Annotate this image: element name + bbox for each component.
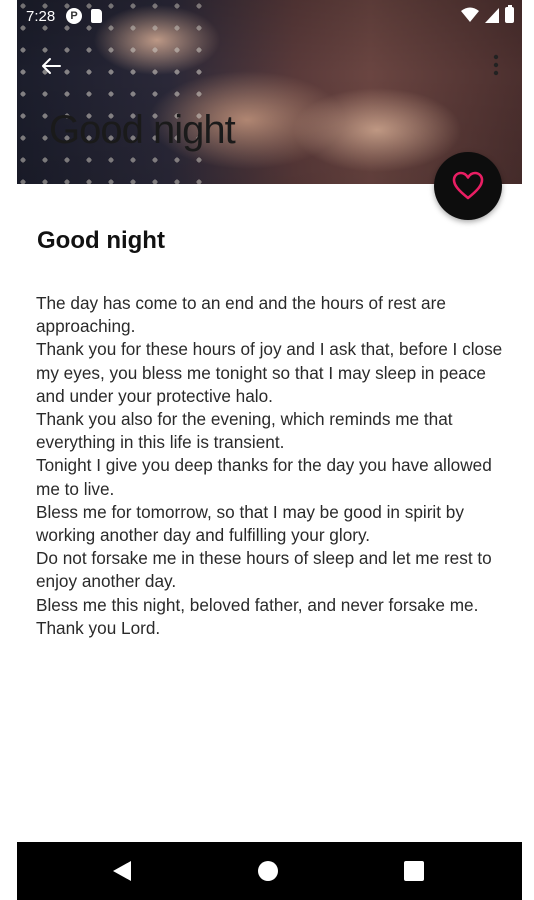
battery-icon: [505, 5, 514, 23]
nav-back-icon[interactable]: [111, 859, 133, 883]
prayer-line: Bless me this night, beloved father, and…: [36, 594, 479, 615]
nav-home-icon[interactable]: [258, 861, 278, 881]
sd-card-icon: [91, 9, 102, 23]
prayer-line: Do not forsake me in these hours of slee…: [36, 548, 492, 592]
p-icon: P: [66, 8, 82, 24]
content-title: Good night: [37, 227, 165, 254]
status-bar: 7:28 P: [17, 0, 522, 32]
arrow-left-icon: [42, 58, 61, 74]
toolbar-title: Good night: [49, 108, 236, 152]
prayer-line: Tonight I give you deep thanks for the d…: [36, 455, 492, 499]
prayer-line: Thank you also for the evening, which re…: [36, 409, 453, 453]
navigation-bar: [17, 842, 522, 900]
signal-icon: [485, 7, 499, 23]
prayer-line: Bless me for tomorrow, so that I may be …: [36, 501, 464, 546]
heart-outline-icon: [452, 171, 484, 200]
prayer-line: Thank you for these hours of joy and I a…: [36, 339, 503, 406]
wifi-icon: [461, 7, 479, 22]
prayer-line: Thank you Lord.: [36, 617, 161, 638]
more-options-button[interactable]: [484, 50, 508, 80]
status-time: 7:28: [26, 8, 56, 25]
favorite-button[interactable]: [434, 152, 502, 220]
nav-recents-icon[interactable]: [404, 861, 424, 881]
app-screen: 7:28 P Good night Good night The day has…: [17, 0, 522, 900]
prayer-text: The day has come to an end and the hours…: [36, 292, 508, 640]
prayer-line: The day has come to an end and the hours…: [36, 293, 446, 337]
more-vert-icon: [493, 54, 499, 76]
back-button[interactable]: [33, 48, 69, 84]
